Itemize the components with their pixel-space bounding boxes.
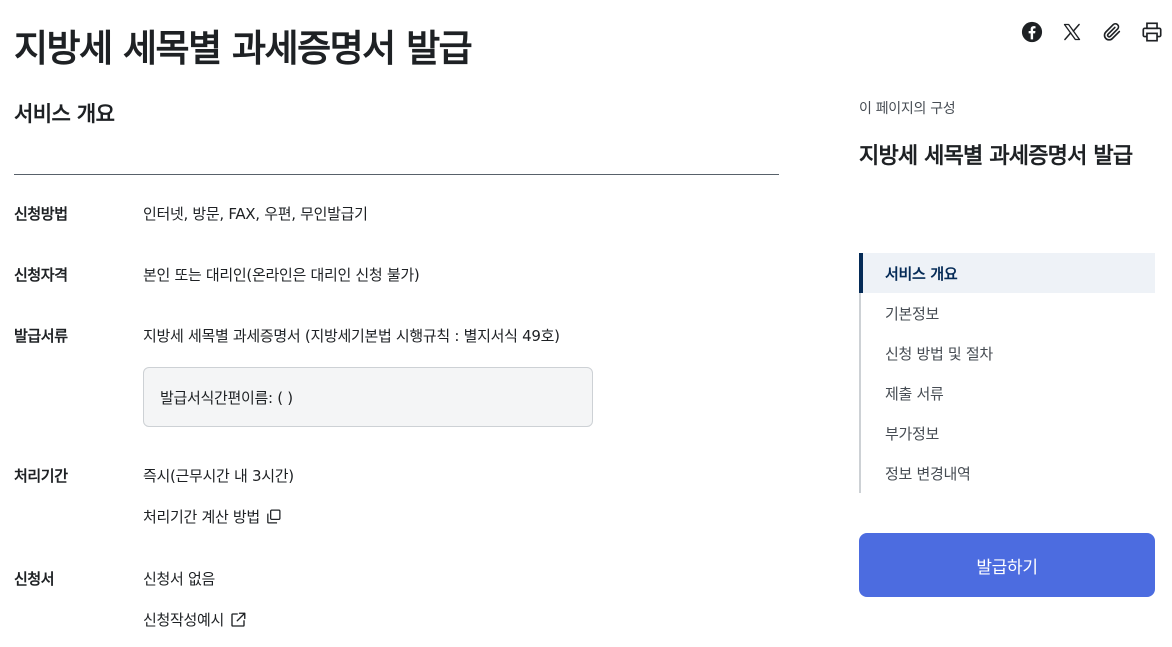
toc-item-required-documents[interactable]: 제출 서류 (861, 373, 1155, 413)
info-label: 처리기간 (14, 467, 68, 485)
issue-button[interactable]: 발급하기 (859, 533, 1155, 597)
toc-item-application-method[interactable]: 신청 방법 및 절차 (861, 333, 1155, 373)
attachment-icon (1103, 22, 1121, 41)
info-value: 신청서 없음 (143, 570, 215, 588)
toc-nav: 서비스 개요 기본정보 신청 방법 및 절차 제출 서류 부가정보 정보 변경내… (859, 253, 1155, 493)
info-value: 본인 또는 대리인(온라인은 대리인 신청 불가) (143, 266, 420, 284)
toc-caption: 이 페이지의 구성 (859, 101, 956, 117)
print-icon (1142, 22, 1162, 42)
form-name-text: 발급서식간편이름: ( ) (160, 388, 293, 407)
x-twitter-icon (1063, 23, 1081, 41)
toc-item-additional-info[interactable]: 부가정보 (861, 413, 1155, 453)
attachment-button[interactable] (1100, 18, 1124, 46)
toc-item-service-overview[interactable]: 서비스 개요 (859, 253, 1155, 293)
info-label: 신청서 (14, 570, 55, 588)
facebook-share-button[interactable] (1020, 18, 1044, 46)
share-toolbar (1020, 18, 1164, 46)
toc-title: 지방세 세목별 과세증명서 발급 (859, 144, 1133, 169)
page-title: 지방세 세목별 과세증명서 발급 (14, 27, 473, 70)
info-value: 즉시(근무시간 내 3시간) (143, 467, 294, 485)
toc-item-basic-info[interactable]: 기본정보 (861, 293, 1155, 333)
link-label: 처리기간 계산 방법 (143, 508, 260, 526)
info-label: 신청자격 (14, 266, 68, 284)
processing-period-calc-link[interactable]: 처리기간 계산 방법 (143, 506, 282, 527)
x-share-button[interactable] (1060, 18, 1084, 46)
info-label: 발급서류 (14, 327, 68, 345)
info-value: 지방세 세목별 과세증명서 (지방세기본법 시행규칙 : 별지서식 49호) (143, 327, 560, 345)
facebook-icon (1021, 21, 1043, 43)
info-value: 인터넷, 방문, FAX, 우편, 무인발급기 (143, 205, 368, 223)
application-example-link[interactable]: 신청작성예시 (143, 609, 247, 630)
print-button[interactable] (1140, 18, 1164, 46)
copy-icon (267, 509, 281, 524)
toc-item-change-history[interactable]: 정보 변경내역 (861, 453, 1155, 493)
external-link-icon (231, 612, 246, 627)
link-label: 신청작성예시 (143, 611, 225, 629)
section-title-overview: 서비스 개요 (14, 102, 115, 126)
info-label: 신청방법 (14, 205, 68, 223)
form-name-box: 발급서식간편이름: ( ) (143, 367, 593, 427)
section-divider (14, 174, 779, 175)
